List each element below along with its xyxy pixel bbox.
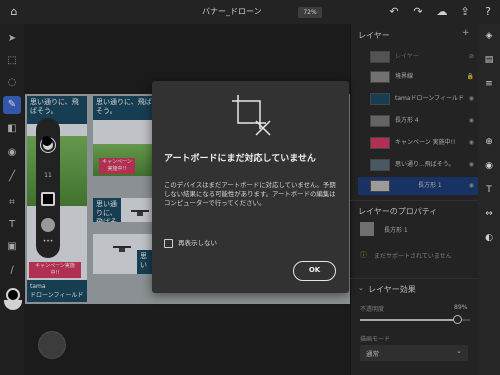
dialog-title: アートボードにまだ対応していません	[164, 154, 316, 164]
mask-icon[interactable]: ◐	[481, 230, 497, 246]
text-layer-icon[interactable]: T	[481, 182, 497, 198]
undo-icon[interactable]: ↶	[386, 4, 402, 20]
layer-stack-icon[interactable]: ▤	[481, 52, 497, 68]
dialog-body: このデバイスはまだアートボードに対応していません。予期しない結果になる可能性があ…	[164, 181, 336, 207]
artboard-crop-icon	[232, 95, 271, 136]
eye-icon[interactable]: ◉	[481, 158, 497, 174]
document-title[interactable]: バナー_ドローン	[202, 0, 262, 24]
layers-icon[interactable]: ◈	[481, 28, 497, 44]
adjust-icon[interactable]: ≡	[481, 76, 497, 92]
cloud-icon[interactable]: ☁	[434, 4, 450, 20]
ok-button[interactable]: OK	[293, 261, 336, 281]
redo-icon[interactable]: ↷	[410, 4, 426, 20]
help-icon[interactable]: ?	[480, 4, 496, 20]
top-bar: ⌂ バナー_ドローン 72% ↶ ↷ ☁ ⇪ ?	[0, 0, 500, 24]
add-icon[interactable]: ⊕	[481, 134, 497, 150]
dont-show-checkbox[interactable]	[164, 239, 173, 248]
transform-icon[interactable]: ⇔	[481, 206, 497, 222]
zoom-badge[interactable]: 72%	[298, 7, 322, 18]
dont-show-label[interactable]: 再表示しない	[178, 239, 217, 248]
artboard-warning-dialog: アートボードにまだ対応していません このデバイスはまだアートボードに対応していま…	[152, 81, 349, 293]
share-icon[interactable]: ⇪	[457, 4, 473, 20]
home-icon[interactable]: ⌂	[6, 4, 22, 20]
